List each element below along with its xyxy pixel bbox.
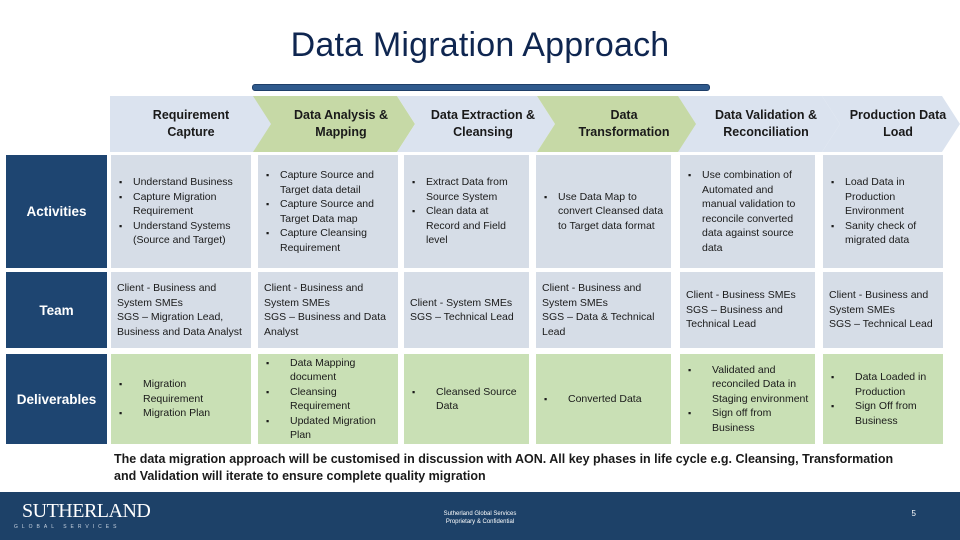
- phase-chevron-4: Data Transformation: [537, 96, 697, 152]
- team-cell-2: Client - Business and System SMEs SGS – …: [258, 272, 398, 348]
- list-item: Capture Source and Target Data map: [264, 197, 392, 226]
- bullet-list: Converted Data: [542, 392, 665, 407]
- phase-chevron-2: Data Analysis & Mapping: [253, 96, 415, 152]
- phase-chevrons: Requirement Capture Data Analysis & Mappi…: [110, 96, 960, 152]
- list-item: Data Loaded in Production: [829, 370, 937, 399]
- list-item: Cleansing Requirement: [264, 385, 392, 414]
- list-item: Capture Source and Target data detail: [264, 168, 392, 197]
- list-item: Capture Cleansing Requirement: [264, 226, 392, 255]
- phase-label: Data Extraction & Cleansing: [430, 108, 536, 139]
- row-label-activities: Activities: [6, 155, 107, 268]
- phase-chevron-3: Data Extraction & Cleansing: [397, 96, 555, 152]
- deliverables-cell-6: Data Loaded in ProductionSign Off from B…: [823, 354, 943, 444]
- team-text: Client - Business and System SMEs SGS – …: [264, 282, 386, 338]
- deliverables-cell-2: Data Mapping documentCleansing Requireme…: [258, 354, 398, 444]
- bullet-list: Capture Source and Target data detailCap…: [264, 168, 392, 255]
- phase-label: Data Validation & Reconciliation: [714, 108, 818, 139]
- team-cell-5: Client - Business SMEs SGS – Business an…: [680, 272, 815, 348]
- footer-bar: SUTHERLAND GLOBAL SERVICES Sutherland Gl…: [0, 492, 960, 540]
- bullet-list: Use combination of Automated and manual …: [686, 168, 809, 255]
- row-label-team: Team: [6, 272, 107, 348]
- bullet-list: Cleansed Source Data: [410, 385, 523, 414]
- list-item: Migration Plan: [117, 406, 245, 421]
- bullet-list: Validated and reconciled Data in Staging…: [686, 363, 809, 436]
- list-item: Sanity check of migrated data: [829, 219, 937, 248]
- list-item: Use Data Map to convert Cleansed data to…: [542, 190, 665, 234]
- list-item: Updated Migration Plan: [264, 414, 392, 443]
- team-text: Client - Business and System SMEs SGS – …: [829, 289, 933, 331]
- page-number: 5: [911, 509, 916, 518]
- phase-label: Requirement Capture: [152, 108, 230, 139]
- deliverables-cell-1: Migration RequirementMigration Plan: [111, 354, 251, 444]
- footer-line-2: Proprietary & Confidential: [445, 519, 515, 525]
- phase-chevron-6: Production Data Load: [822, 96, 960, 152]
- activities-cell-5: Use combination of Automated and manual …: [680, 155, 815, 268]
- bullet-list: Understand BusinessCapture Migration Req…: [117, 175, 245, 248]
- activities-cell-2: Capture Source and Target data detailCap…: [258, 155, 398, 268]
- bullet-list: Data Loaded in ProductionSign Off from B…: [829, 370, 937, 428]
- deliverables-cell-3: Cleansed Source Data: [404, 354, 529, 444]
- bullet-list: Data Mapping documentCleansing Requireme…: [264, 356, 392, 443]
- team-cell-3: Client - System SMEs SGS – Technical Lea…: [404, 272, 529, 348]
- team-text: Client - System SMEs SGS – Technical Lea…: [410, 296, 514, 324]
- activities-cell-6: Load Data in Production EnvironmentSanit…: [823, 155, 943, 268]
- bullet-list: Use Data Map to convert Cleansed data to…: [542, 190, 665, 234]
- list-item: Sign off from Business: [686, 406, 809, 435]
- footer-line-1: Sutherland Global Services: [443, 511, 517, 517]
- title-underline: [252, 84, 710, 91]
- row-label-deliverables: Deliverables: [6, 354, 107, 444]
- team-text: Client - Business and System SMEs SGS – …: [542, 282, 655, 338]
- bullet-list: Migration RequirementMigration Plan: [117, 377, 245, 421]
- footer-confidential: Sutherland Global Services Proprietary &…: [0, 510, 960, 526]
- list-item: Understand Business: [117, 175, 245, 190]
- list-item: Sign Off from Business: [829, 399, 937, 428]
- list-item: Load Data in Production Environment: [829, 175, 937, 219]
- phase-label: Data Analysis & Mapping: [293, 108, 389, 139]
- list-item: Data Mapping document: [264, 356, 392, 385]
- list-item: Converted Data: [542, 392, 665, 407]
- phase-chevron-1: Requirement Capture: [110, 96, 272, 152]
- list-item: Capture Migration Requirement: [117, 190, 245, 219]
- list-item: Clean data at Record and Field level: [410, 204, 523, 248]
- deliverables-cell-4: Converted Data: [536, 354, 671, 444]
- team-cell-1: Client - Business and System SMEs SGS – …: [111, 272, 251, 348]
- team-cell-4: Client - Business and System SMEs SGS – …: [536, 272, 671, 348]
- team-text: Client - Business SMEs SGS – Business an…: [686, 289, 796, 331]
- list-item: Migration Requirement: [117, 377, 245, 406]
- list-item: Extract Data from Source System: [410, 175, 523, 204]
- activities-cell-3: Extract Data from Source SystemClean dat…: [404, 155, 529, 268]
- phase-chevron-5: Data Validation & Reconciliation: [678, 96, 840, 152]
- list-item: Cleansed Source Data: [410, 385, 523, 414]
- slide-title: Data Migration Approach: [290, 26, 670, 64]
- deliverables-cell-5: Validated and reconciled Data in Staging…: [680, 354, 815, 444]
- footnote: The data migration approach will be cust…: [114, 452, 894, 483]
- phase-label: Production Data Load: [849, 108, 947, 139]
- phase-label: Data Transformation: [578, 108, 670, 139]
- team-text: Client - Business and System SMEs SGS – …: [117, 282, 242, 338]
- activities-cell-1: Understand BusinessCapture Migration Req…: [111, 155, 251, 268]
- bullet-list: Extract Data from Source SystemClean dat…: [410, 175, 523, 248]
- team-cell-6: Client - Business and System SMEs SGS – …: [823, 272, 943, 348]
- list-item: Validated and reconciled Data in Staging…: [686, 363, 809, 407]
- list-item: Use combination of Automated and manual …: [686, 168, 809, 255]
- list-item: Understand Systems (Source and Target): [117, 219, 245, 248]
- bullet-list: Load Data in Production EnvironmentSanit…: [829, 175, 937, 248]
- activities-cell-4: Use Data Map to convert Cleansed data to…: [536, 155, 671, 268]
